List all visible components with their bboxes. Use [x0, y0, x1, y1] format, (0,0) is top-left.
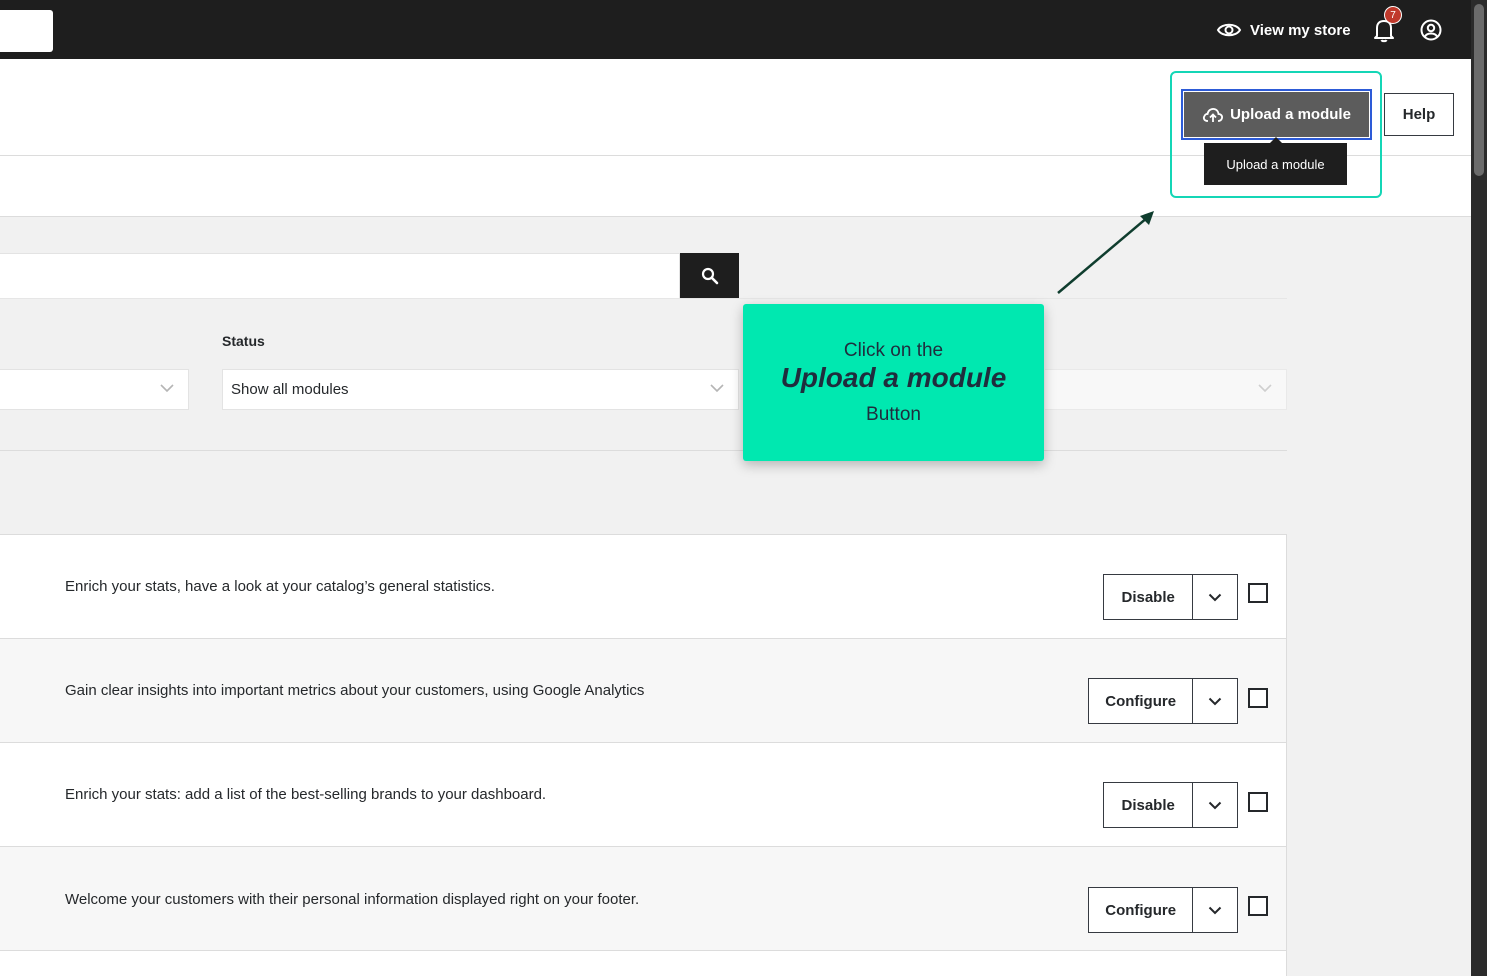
callout-line-2: Upload a module — [780, 362, 1007, 393]
instruction-callout: Click on the Upload a module Button — [743, 304, 1044, 461]
disable-button[interactable]: Disable — [1104, 575, 1194, 619]
module-description: Welcome your customers with their person… — [65, 891, 640, 908]
module-checkbox[interactable] — [1248, 792, 1268, 812]
callout-arrow — [1057, 211, 1154, 294]
eye-icon[interactable] — [1216, 20, 1242, 40]
chevron-down-icon — [1208, 697, 1222, 705]
logo[interactable] — [0, 10, 53, 52]
action-dropdown-toggle[interactable] — [1193, 783, 1237, 827]
module-action-group: Configure — [1088, 678, 1238, 724]
scrollbar-thumb[interactable] — [1474, 4, 1484, 176]
category-select[interactable] — [0, 369, 189, 410]
list-item: Enrich your stats, have a look at your c… — [0, 535, 1286, 639]
configure-button[interactable]: Configure — [1089, 888, 1194, 932]
action-dropdown-toggle[interactable] — [1193, 888, 1237, 932]
chevron-down-icon — [1208, 801, 1222, 809]
divider — [0, 450, 1287, 451]
chevron-down-icon — [1208, 906, 1222, 914]
user-account-icon[interactable] — [1420, 19, 1442, 41]
chevron-down-icon — [710, 384, 724, 393]
module-description: Enrich your stats, have a look at your c… — [65, 578, 495, 595]
search-input[interactable] — [0, 253, 680, 299]
chevron-down-icon — [160, 384, 174, 393]
chevron-down-icon — [1258, 384, 1272, 393]
status-select[interactable]: Show all modules — [222, 369, 739, 410]
filter-select[interactable] — [1045, 369, 1287, 410]
callout-line-3: Button — [866, 404, 921, 425]
view-my-store-link[interactable]: View my store — [1250, 21, 1351, 41]
action-dropdown-toggle[interactable] — [1193, 679, 1237, 723]
status-select-value: Show all modules — [231, 381, 349, 398]
list-item: Welcome your customers with their person… — [0, 847, 1286, 951]
chevron-down-icon — [1208, 593, 1222, 601]
disable-button[interactable]: Disable — [1104, 783, 1194, 827]
action-dropdown-toggle[interactable] — [1193, 575, 1237, 619]
module-action-group: Disable — [1103, 574, 1238, 620]
search-button[interactable] — [680, 253, 739, 299]
notification-badge: 7 — [1384, 6, 1402, 24]
module-checkbox[interactable] — [1248, 896, 1268, 916]
module-action-group: Configure — [1088, 887, 1238, 933]
module-checkbox[interactable] — [1248, 688, 1268, 708]
help-button[interactable]: Help — [1384, 93, 1454, 136]
status-filter-label: Status — [222, 333, 265, 349]
callout-line-1: Click on the — [843, 340, 944, 361]
configure-button[interactable]: Configure — [1089, 679, 1194, 723]
module-description: Enrich your stats: add a list of the bes… — [65, 786, 547, 803]
module-checkbox[interactable] — [1248, 583, 1268, 603]
module-list: Enrich your stats, have a look at your c… — [0, 534, 1287, 976]
module-description: Gain clear insights into important metri… — [65, 682, 645, 699]
highlight-frame — [1170, 71, 1382, 198]
search-icon — [701, 267, 718, 285]
list-item: Gain clear insights into important metri… — [0, 639, 1286, 743]
module-action-group: Disable — [1103, 782, 1238, 828]
list-item: Enrich your stats: add a list of the bes… — [0, 743, 1286, 847]
